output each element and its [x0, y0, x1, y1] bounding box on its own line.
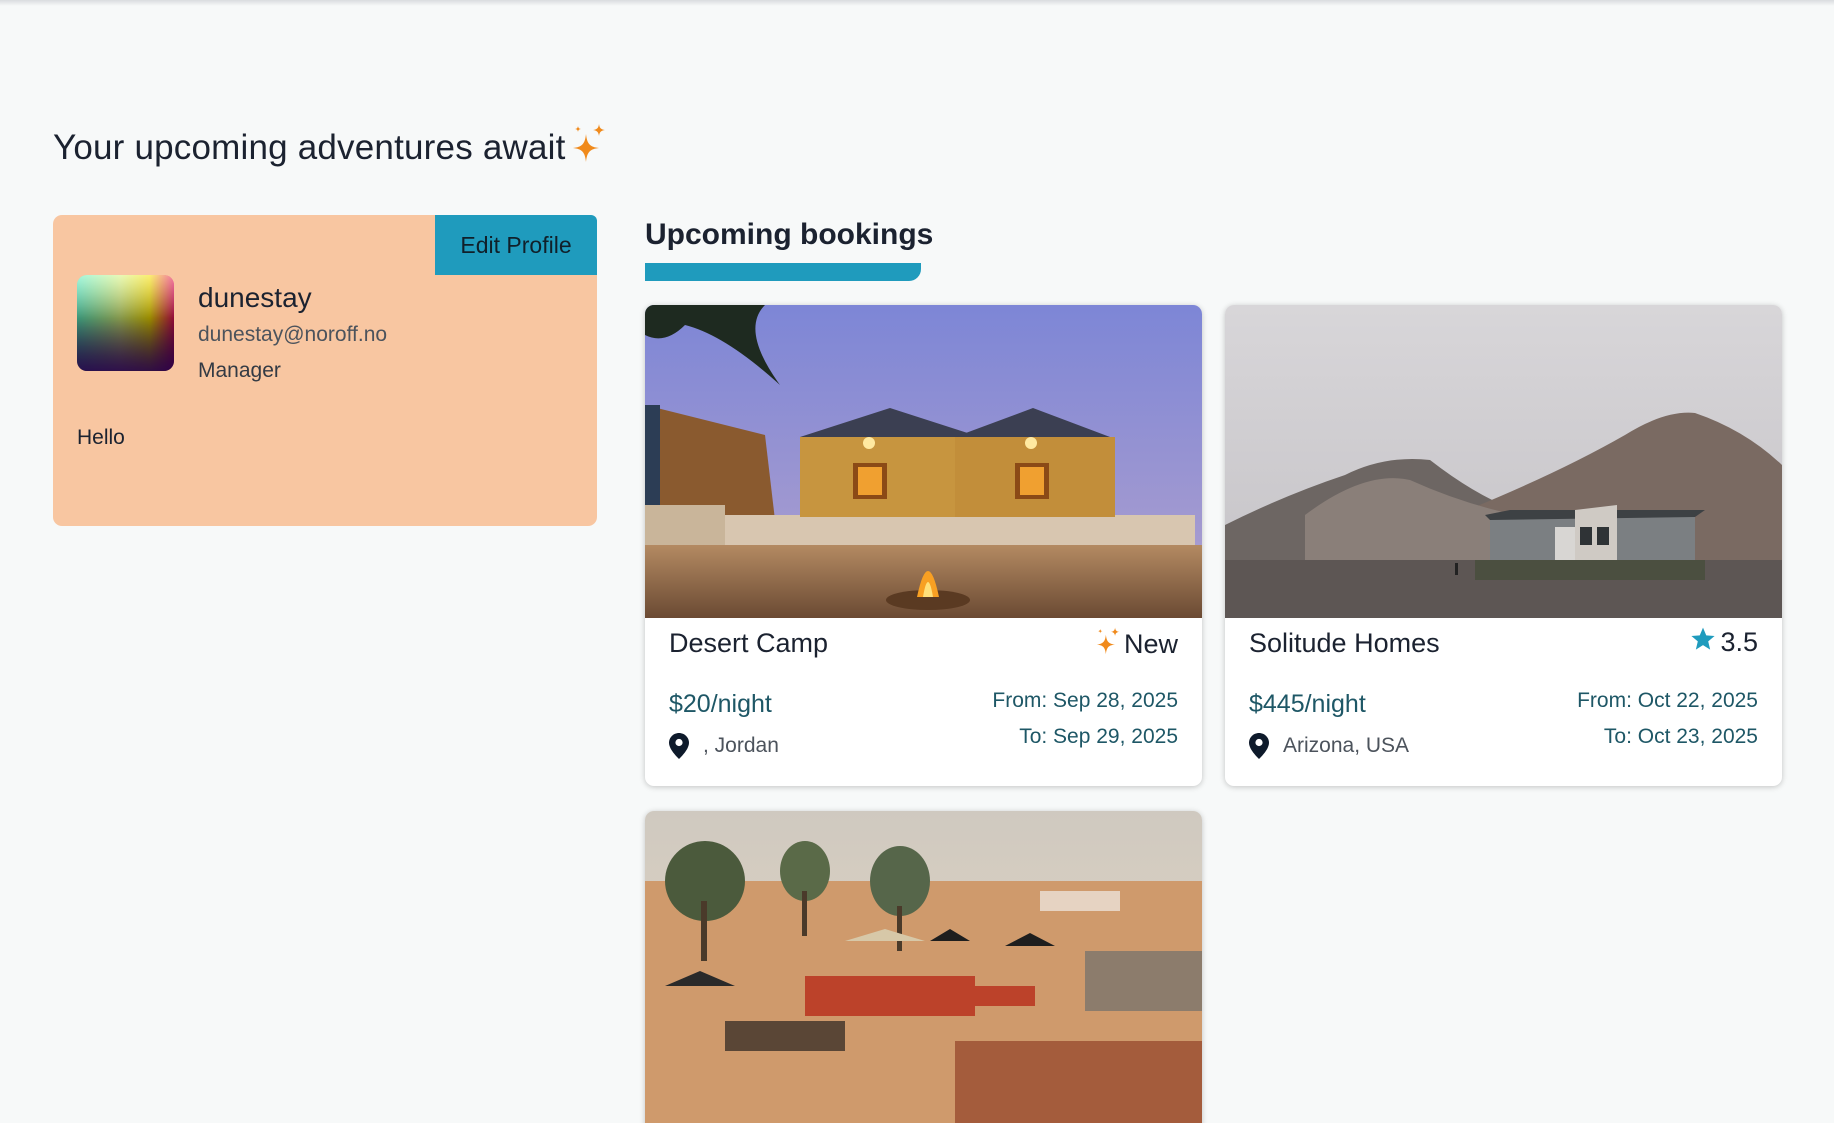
avatar: [77, 275, 174, 371]
section-underline: [645, 263, 921, 281]
sparkle-icon: [1096, 626, 1120, 663]
booking-price: $20/night: [669, 690, 772, 718]
booking-image-desert-camp[interactable]: [645, 305, 1202, 618]
booking-rating: 3.5: [1690, 626, 1758, 659]
booking-to-date: To: Oct 23, 2025: [1603, 725, 1758, 748]
booking-from-date: From: Oct 22, 2025: [1577, 689, 1758, 712]
booking-from-date: From: Sep 28, 2025: [992, 689, 1178, 712]
booking-location-text: Arizona, USA: [1283, 734, 1410, 757]
booking-card-desert-camp[interactable]: Desert Camp New $20/night From: Sep 28, …: [645, 305, 1202, 786]
sparkle-icon: [572, 122, 606, 173]
page-title: Your upcoming adventures await: [53, 122, 606, 173]
booking-body: Solitude Homes 3.5 $445/night From: Oct …: [1225, 618, 1782, 786]
booking-card-solitude-homes[interactable]: Solitude Homes 3.5 $445/night From: Oct …: [1225, 305, 1782, 786]
booking-location: Arizona, USA: [1249, 733, 1409, 759]
profile-email: dunestay@noroff.no: [198, 323, 388, 346]
edit-profile-button[interactable]: Edit Profile: [435, 215, 597, 275]
location-pin-icon: [1249, 733, 1269, 759]
upcoming-bookings-title: Upcoming bookings: [645, 218, 934, 251]
booking-tag-label: New: [1123, 629, 1178, 659]
booking-image-solitude-homes[interactable]: [1225, 305, 1782, 618]
profile-card: Edit Profile dunestay dunestay@noroff.no…: [53, 215, 597, 526]
star-icon: [1690, 626, 1716, 659]
location-pin-icon: [669, 733, 689, 759]
profile-bio: Hello: [77, 426, 125, 449]
booking-location-text: , Jordan: [703, 734, 779, 757]
booking-title: Solitude Homes: [1249, 628, 1440, 658]
booking-card-third[interactable]: [645, 811, 1202, 1123]
top-shadow: [0, 0, 1834, 6]
booking-body: Desert Camp New $20/night From: Sep 28, …: [645, 618, 1202, 786]
profile-name: dunestay: [198, 282, 312, 313]
booking-to-date: To: Sep 29, 2025: [1019, 725, 1178, 748]
booking-rating-value: 3.5: [1720, 627, 1758, 657]
page-title-text: Your upcoming adventures await: [53, 127, 566, 167]
booking-tag-new: New: [1096, 626, 1178, 663]
profile-role: Manager: [198, 359, 281, 382]
booking-image-third[interactable]: [645, 811, 1202, 1123]
booking-title: Desert Camp: [669, 628, 829, 658]
avatar-overlay: [77, 275, 174, 371]
booking-price: $445/night: [1249, 690, 1366, 718]
booking-location: , Jordan: [669, 733, 779, 759]
page: Your upcoming adventures await Edit Prof…: [0, 0, 1834, 1123]
